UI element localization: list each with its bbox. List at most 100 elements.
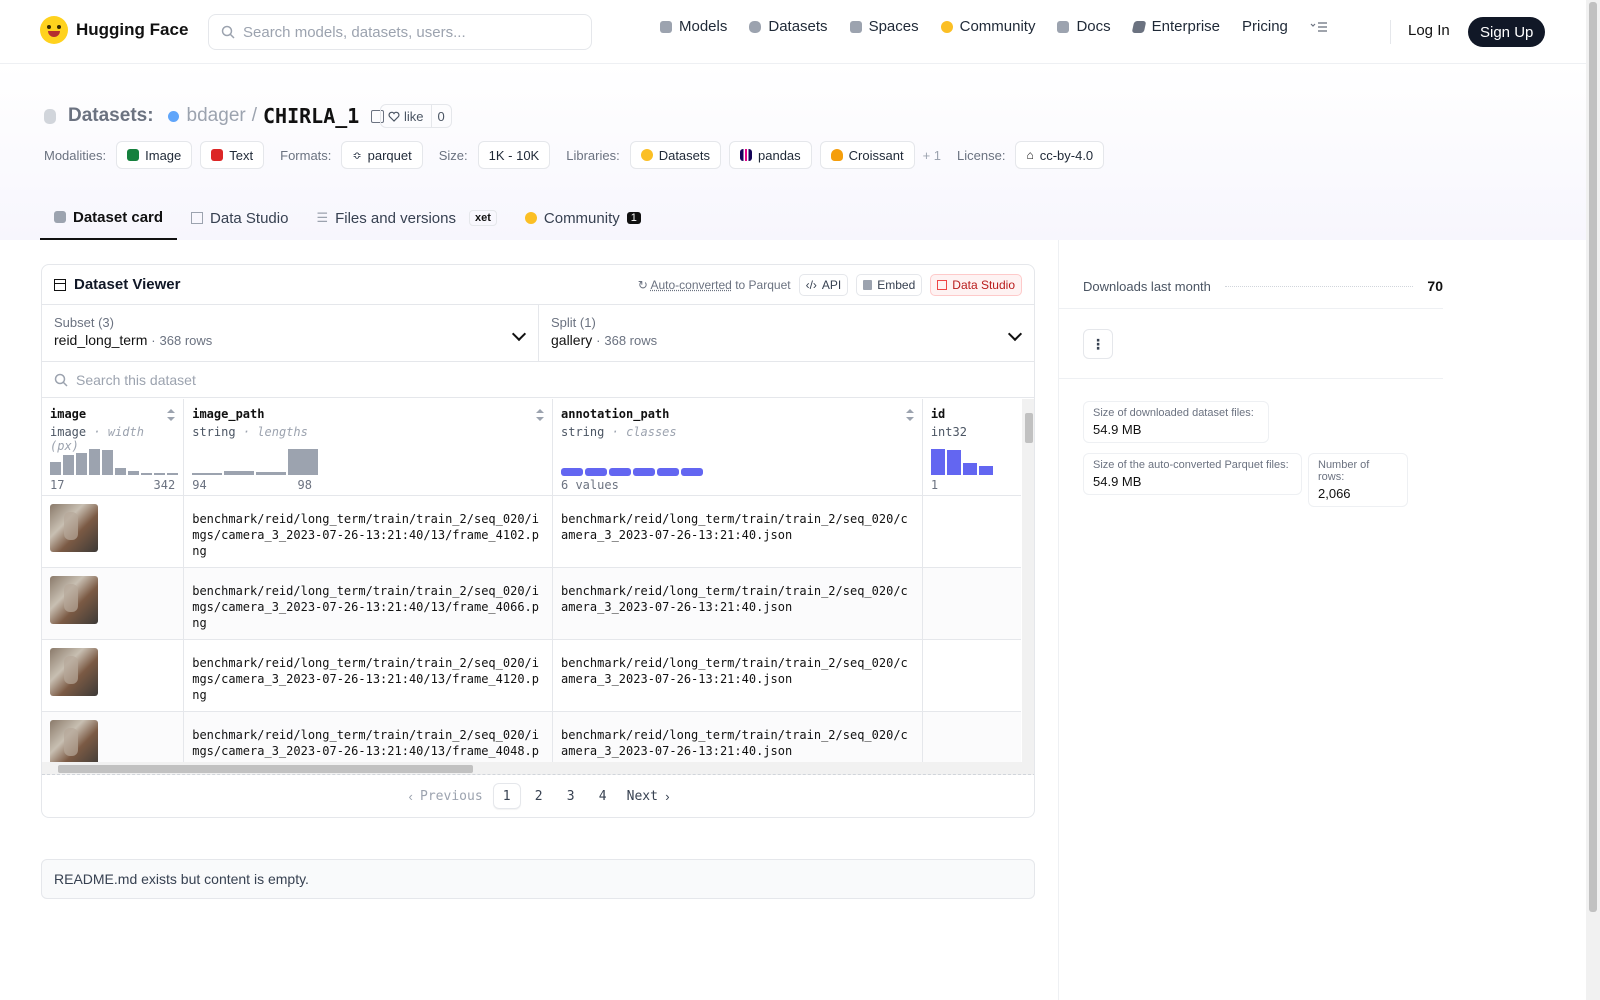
library-chip-croissant[interactable]: Croissant [819,141,915,169]
histogram-bar[interactable] [978,465,993,475]
table-row[interactable]: benchmark/reid/long_term/train/train_2/s… [42,639,1021,712]
class-bar[interactable] [681,467,703,476]
histogram-bar[interactable] [50,461,61,475]
format-chip-parquet[interactable]: ≎ parquet [341,141,423,169]
image-thumbnail[interactable] [50,503,98,552]
page-button-2[interactable]: 2 [525,783,553,809]
table-row[interactable]: benchmark/reid/long_term/train/train_2/s… [42,567,1021,640]
global-search[interactable] [208,14,592,50]
class-bar[interactable] [609,467,631,476]
histogram-bar[interactable] [102,449,113,475]
size-chip[interactable]: 1K - 10K [477,141,551,169]
api-button[interactable]: ‹/› API [798,273,849,296]
library-chip-pandas[interactable]: pandas [729,141,812,169]
split-select[interactable]: Split (1) gallery · 368 rows [538,305,1034,361]
dataset-search[interactable] [42,362,1034,398]
histogram-bar[interactable] [224,470,255,475]
nav-pricing[interactable]: Pricing [1242,18,1288,35]
modality-chip-text[interactable]: Text [200,141,265,169]
histogram-bar[interactable] [141,472,152,475]
license-chip[interactable]: ⌂ cc-by-4.0 [1015,141,1105,169]
embed-button[interactable]: Embed [856,273,923,296]
class-bar[interactable] [633,467,655,476]
column-header-image-path[interactable]: image_path string · lengths 94 98 [183,399,553,496]
page-button-3[interactable]: 3 [557,783,585,809]
page-button-4[interactable]: 4 [589,783,617,809]
scrollbar-thumb[interactable] [1589,2,1597,912]
tab-data-studio[interactable]: Data Studio [177,196,302,240]
histogram-bar[interactable] [962,462,977,475]
home-logo[interactable]: Hugging Face [40,16,188,44]
like-button[interactable]: like 0 [380,104,452,128]
histogram-bar[interactable] [115,467,126,475]
page-button-1[interactable]: 1 [492,783,521,809]
repo-type-label[interactable]: Datasets: [68,105,154,127]
id-cell[interactable] [922,567,1021,640]
nav-community[interactable]: Community [940,18,1035,35]
histogram-bar[interactable] [930,448,945,475]
image-path-cell[interactable]: benchmark/reid/long_term/train/train_2/s… [183,567,553,640]
annotation-path-cell[interactable]: benchmark/reid/long_term/train/train_2/s… [552,567,923,640]
tab-community[interactable]: Community 1 [511,196,655,240]
login-link[interactable]: Log In [1408,22,1450,39]
annotation-path-cell[interactable]: benchmark/reid/long_term/train/train_2/s… [552,495,923,568]
signup-button[interactable]: Sign Up [1468,17,1546,47]
id-cell[interactable] [922,495,1021,568]
nav-more-menu[interactable] [1310,21,1328,33]
image-path-cell[interactable]: benchmark/reid/long_term/train/train_2/s… [183,639,553,712]
class-bar[interactable] [585,467,607,476]
image-thumbnail[interactable] [50,719,98,768]
nav-enterprise[interactable]: Enterprise [1131,18,1220,35]
sort-icon[interactable] [536,409,544,421]
more-options-button[interactable]: ⋮ [1083,329,1113,359]
histogram-bar[interactable] [167,472,178,475]
data-studio-button[interactable]: Data Studio [930,273,1022,296]
repo-name[interactable]: CHIRLA_1 [263,104,359,128]
table-vertical-scrollbar[interactable] [1022,399,1034,762]
class-bar[interactable] [561,467,583,476]
nav-models[interactable]: Models [660,18,727,35]
repo-owner-link[interactable]: bdager [187,105,246,127]
histogram-bar[interactable] [76,452,87,475]
previous-page-button[interactable]: ‹ Previous [402,783,488,809]
image-thumbnail[interactable] [50,575,98,624]
sort-icon[interactable] [167,409,176,421]
modality-chip-image[interactable]: Image [116,141,193,169]
histogram-bar[interactable] [89,448,100,475]
histogram-bar[interactable] [154,472,165,475]
column-header-id[interactable]: id int32 1 [922,399,1021,496]
histogram-bar[interactable] [63,454,74,475]
like-toggle[interactable]: like [381,105,432,127]
sort-icon[interactable] [905,409,914,421]
table-horizontal-scrollbar[interactable] [42,762,1034,775]
tab-dataset-card[interactable]: Dataset card [40,196,178,240]
image-cell[interactable] [42,567,185,640]
image-thumbnail[interactable] [50,647,98,696]
histogram-bar[interactable] [946,449,961,475]
tab-files-and-versions[interactable]: ☰ Files and versions xet [302,196,510,240]
annotation-path-cell[interactable]: benchmark/reid/long_term/train/train_2/s… [552,639,923,712]
nav-docs[interactable]: Docs [1057,18,1111,35]
id-cell[interactable] [922,639,1021,712]
histogram-bar[interactable] [192,472,223,475]
dataset-search-input[interactable] [76,371,576,388]
class-bar[interactable] [657,467,679,476]
scrollbar-thumb[interactable] [58,765,473,773]
more-libraries[interactable]: + 1 [923,148,941,163]
histogram-bar[interactable] [256,471,287,475]
search-input[interactable] [243,23,563,41]
library-chip-datasets[interactable]: Datasets [629,141,722,169]
image-cell[interactable] [42,495,185,568]
nav-datasets[interactable]: Datasets [749,18,828,35]
page-scrollbar[interactable] [1586,0,1600,1000]
histogram-bar[interactable] [128,470,139,475]
scrollbar-thumb[interactable] [1025,413,1033,443]
table-row[interactable]: benchmark/reid/long_term/train/train_2/s… [42,495,1021,568]
image-cell[interactable] [42,639,185,712]
subset-select[interactable]: Subset (3) reid_long_term · 368 rows [42,305,538,361]
nav-spaces[interactable]: Spaces [849,18,919,35]
next-page-button[interactable]: Next › [621,783,676,809]
like-count[interactable]: 0 [432,109,451,124]
column-header-image[interactable]: image image · width (px) 17 342 [42,399,185,496]
histogram-bar[interactable] [288,448,319,475]
